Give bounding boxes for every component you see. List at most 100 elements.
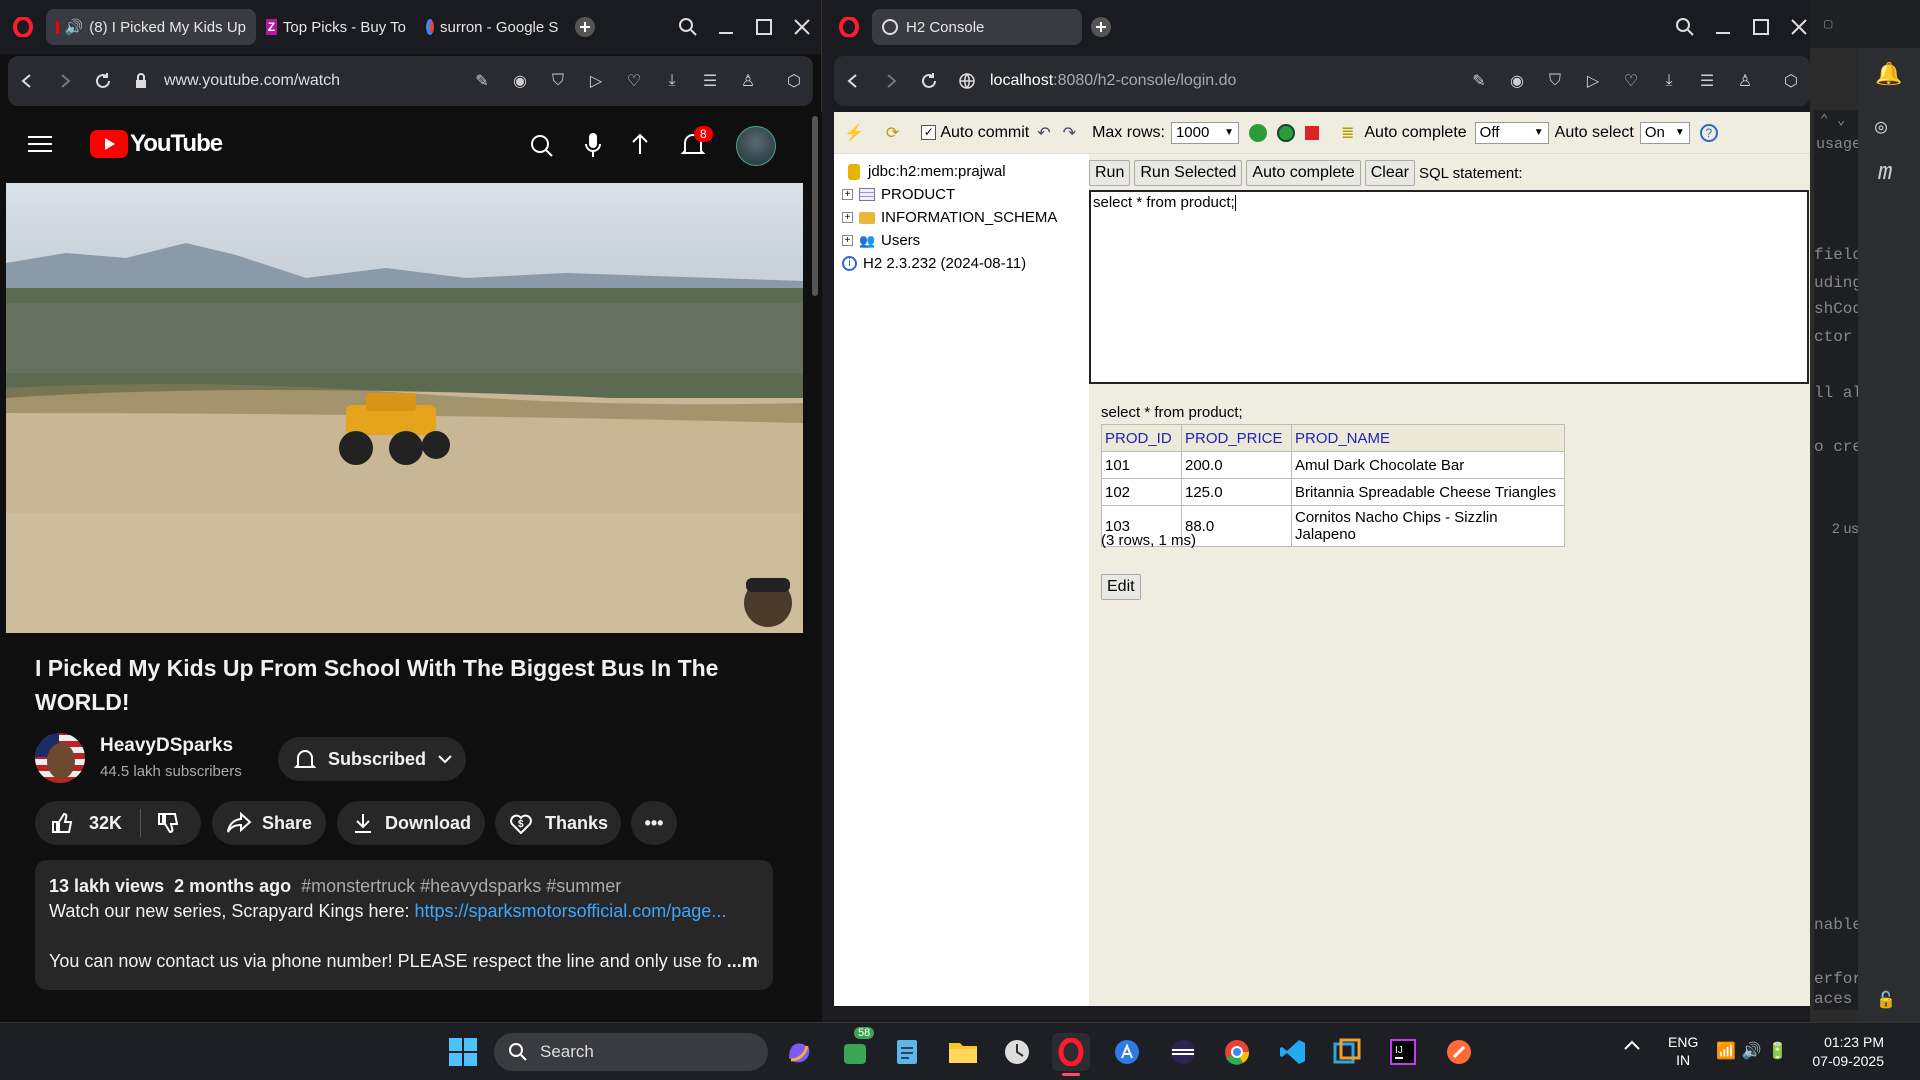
run-icon[interactable]	[1248, 123, 1267, 142]
app-store-icon[interactable]	[1108, 1033, 1146, 1071]
mic-icon[interactable]	[584, 132, 602, 158]
minimize-icon[interactable]	[707, 8, 745, 46]
auto-select-select[interactable]: On ▼	[1639, 121, 1690, 144]
app-icon[interactable]	[1328, 1033, 1366, 1071]
column-header[interactable]: PROD_NAME	[1291, 424, 1565, 452]
heart-icon[interactable]: ♡	[615, 62, 653, 100]
description-link[interactable]: https://sparksmotorsofficial.com/page...	[415, 901, 727, 921]
tab-top-picks[interactable]: Z Top Picks - Buy To	[256, 9, 416, 45]
windows-start-icon[interactable]	[444, 1033, 482, 1071]
unlock-icon[interactable]: 🔓	[1876, 990, 1896, 1010]
search-icon[interactable]	[530, 134, 554, 158]
menu-icon[interactable]: ☰	[691, 62, 729, 100]
copilot-icon[interactable]	[780, 1033, 818, 1071]
profile-icon[interactable]: ♙	[1726, 62, 1764, 100]
clear-button[interactable]: Clear	[1364, 160, 1415, 186]
maximize-icon[interactable]	[1742, 8, 1780, 46]
heart-icon[interactable]: ♡	[1612, 62, 1650, 100]
share-button[interactable]: Share	[212, 801, 326, 845]
system-tray[interactable]: 📶🔊🔋	[1716, 1041, 1794, 1061]
globe-icon[interactable]	[948, 62, 986, 100]
max-rows-select[interactable]: 1000 ▼	[1170, 121, 1239, 144]
chrome-icon[interactable]	[1218, 1033, 1256, 1071]
hashtags[interactable]: #monstertruck #heavydsparks #summer	[301, 876, 621, 896]
more-actions-button[interactable]: •••	[631, 801, 677, 845]
restore-icon[interactable]: ▢	[1824, 16, 1832, 33]
profile-icon[interactable]: ♙	[729, 62, 767, 100]
expand-icon[interactable]: +	[842, 235, 853, 246]
auto-complete-button[interactable]: Auto complete	[1246, 160, 1361, 186]
expand-icon[interactable]: +	[842, 212, 853, 223]
download-button[interactable]: Download	[337, 801, 485, 845]
auto-complete-select[interactable]: Off ▼	[1474, 121, 1549, 144]
like-count[interactable]: 32K	[89, 813, 122, 834]
reload-icon[interactable]	[84, 62, 122, 100]
rollback-icon[interactable]: ↶	[1037, 123, 1050, 143]
url-text[interactable]: localhost:8080/h2-console/login.do	[990, 72, 1290, 90]
youtube-logo[interactable]: YouTube	[90, 130, 223, 158]
search-tabs-icon[interactable]	[1666, 8, 1704, 46]
fold-icons[interactable]: ⌃ ⌄	[1820, 112, 1845, 129]
scrollbar[interactable]	[808, 112, 822, 1022]
tree-item-product[interactable]: + PRODUCT	[842, 183, 1081, 206]
channel-name[interactable]: HeavyDSparks	[100, 735, 233, 757]
vscode-icon[interactable]	[1274, 1033, 1312, 1071]
opera-taskbar-icon[interactable]	[1052, 1033, 1090, 1071]
column-header[interactable]: PROD_ID	[1101, 424, 1182, 452]
help-icon[interactable]: ?	[1699, 123, 1718, 142]
cube-icon[interactable]: ⬡	[775, 62, 813, 100]
edit-button[interactable]: Edit	[1101, 574, 1141, 600]
avatar[interactable]	[736, 126, 776, 166]
menu-icon[interactable]: ☰	[1688, 62, 1726, 100]
video-player[interactable]	[6, 183, 803, 633]
speaker-icon[interactable]: 🔊	[65, 18, 84, 36]
commit-icon[interactable]: ↷	[1063, 123, 1076, 143]
taskbar-search[interactable]: Search	[494, 1033, 768, 1071]
flow-icon[interactable]: ▷	[1574, 62, 1612, 100]
minimize-icon[interactable]	[1704, 8, 1742, 46]
channel-avatar[interactable]	[35, 733, 85, 783]
refresh-icon[interactable]: ⟳	[886, 123, 899, 143]
maximize-icon[interactable]	[745, 8, 783, 46]
clock[interactable]: 01:23 PM 07-09-2025	[1808, 1033, 1884, 1071]
thumbs-down-icon[interactable]	[157, 812, 181, 834]
back-icon[interactable]	[8, 62, 46, 100]
back-icon[interactable]	[834, 62, 872, 100]
forward-icon[interactable]	[46, 62, 84, 100]
notifications-icon[interactable]: 🔔	[1875, 62, 1902, 88]
postman-icon[interactable]	[1440, 1033, 1478, 1071]
m-plugin-icon[interactable]: m	[1878, 160, 1892, 187]
run-selected-icon[interactable]	[1276, 123, 1295, 142]
new-tab-icon[interactable]	[1082, 8, 1120, 46]
edit-icon[interactable]: ✎	[1460, 62, 1498, 100]
search-tabs-icon[interactable]	[669, 8, 707, 46]
camera-icon[interactable]: ◉	[501, 62, 539, 100]
url-text[interactable]: www.youtube.com/watch	[164, 72, 434, 90]
cube-icon[interactable]: ⬡	[1772, 62, 1810, 100]
tab-youtube[interactable]: 🔊 (8) I Picked My Kids Up	[46, 9, 256, 45]
auto-commit-checkbox[interactable]: ✓ Auto commit	[921, 124, 1029, 142]
download-icon[interactable]: ⤓	[653, 62, 691, 100]
expand-icon[interactable]: +	[842, 189, 853, 200]
tab-h2-console[interactable]: H2 Console	[872, 9, 1082, 45]
column-header[interactable]: PROD_PRICE	[1181, 424, 1292, 452]
chevron-up-icon[interactable]	[1624, 1039, 1640, 1051]
eclipse-icon[interactable]	[1164, 1033, 1202, 1071]
new-tab-icon[interactable]	[566, 8, 604, 46]
flow-icon[interactable]: ▷	[577, 62, 615, 100]
tree-item-information-schema[interactable]: + INFORMATION_SCHEMA	[842, 206, 1081, 229]
more-link[interactable]: ...more	[727, 951, 759, 971]
hamburger-icon[interactable]	[28, 134, 52, 154]
upload-icon[interactable]	[630, 132, 650, 158]
file-explorer-icon[interactable]	[944, 1033, 982, 1071]
notepad-icon[interactable]	[888, 1033, 926, 1071]
camera-icon[interactable]: ◉	[1498, 62, 1536, 100]
close-icon[interactable]	[783, 8, 821, 46]
ai-chat-icon[interactable]: ◎	[1875, 114, 1887, 140]
opera-icon[interactable]	[826, 8, 872, 46]
tab-google[interactable]: surron - Google S	[416, 9, 566, 45]
reload-icon[interactable]	[910, 62, 948, 100]
stop-icon[interactable]	[1304, 125, 1319, 140]
thumbs-up-icon[interactable]	[51, 812, 75, 834]
sql-editor[interactable]: select * from product;	[1089, 190, 1809, 384]
